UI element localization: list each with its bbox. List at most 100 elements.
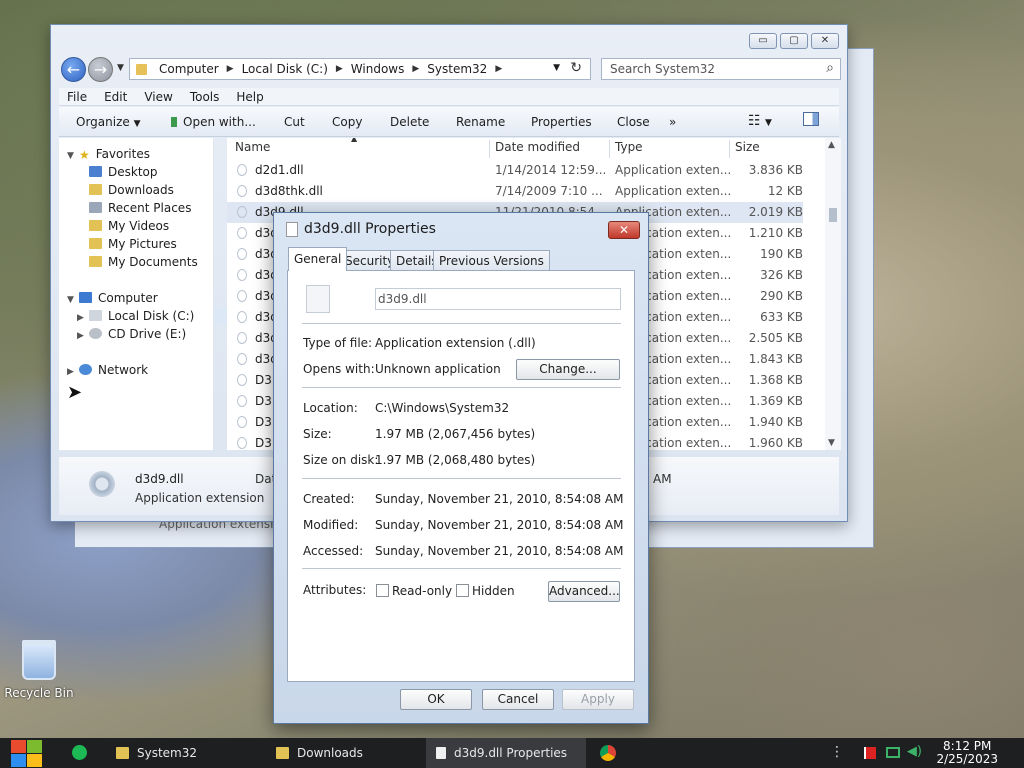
- file-size: 1.368 KB: [748, 373, 803, 387]
- column-divider[interactable]: [729, 140, 730, 158]
- network-icon[interactable]: [886, 747, 900, 758]
- dialog-close-button[interactable]: ✕: [608, 221, 640, 239]
- column-header-size[interactable]: Size: [735, 140, 760, 154]
- read-only-checkbox[interactable]: [376, 584, 389, 597]
- back-arrow-icon[interactable]: ←: [61, 57, 86, 82]
- apply-button[interactable]: Apply: [562, 689, 634, 710]
- file-icon: [436, 747, 446, 759]
- search-icon[interactable]: ⌕: [826, 60, 834, 76]
- maximize-button[interactable]: ▢: [780, 33, 808, 49]
- hidden-label[interactable]: Hidden: [472, 584, 515, 598]
- open-with-icon: [171, 117, 177, 127]
- dll-file-icon: [237, 353, 247, 365]
- nav-item-recent-places[interactable]: Recent Places: [89, 201, 191, 215]
- file-name-field[interactable]: d3d9.dll: [375, 288, 621, 310]
- windows-logo-icon: [27, 740, 42, 753]
- menu-edit[interactable]: Edit: [104, 88, 127, 105]
- menu-help[interactable]: Help: [236, 88, 263, 105]
- breadcrumb-arrow-icon[interactable]: ▶: [227, 64, 234, 74]
- action-center-flag-icon[interactable]: [864, 747, 876, 759]
- expand-arrow-icon[interactable]: ▶: [67, 367, 79, 377]
- recent-pages-chevron-icon[interactable]: ▼: [117, 63, 124, 73]
- nav-item-local-disk[interactable]: ▶ Local Disk (C:): [77, 309, 194, 323]
- delete-button[interactable]: Delete: [390, 115, 429, 129]
- nav-item-my-documents[interactable]: My Documents: [89, 255, 198, 269]
- copy-button[interactable]: Copy: [332, 115, 362, 129]
- scroll-down-icon[interactable]: ▼: [828, 438, 835, 448]
- spotify-icon[interactable]: [72, 738, 94, 768]
- properties-button[interactable]: Properties: [531, 115, 592, 129]
- column-divider[interactable]: [609, 140, 610, 158]
- nav-item-my-videos[interactable]: My Videos: [89, 219, 169, 233]
- vertical-scrollbar[interactable]: ▲ ▼: [825, 138, 841, 450]
- table-row[interactable]: d3d8thk.dll 7/14/2009 7:10 ... Application…: [227, 181, 803, 202]
- column-header-type[interactable]: Type: [615, 140, 643, 154]
- tab-general[interactable]: General: [288, 247, 348, 271]
- read-only-label[interactable]: Read-only: [392, 584, 452, 598]
- organize-button[interactable]: Organize ▼: [76, 115, 141, 129]
- taskbar-item-properties[interactable]: d3d9.dll Properties: [426, 738, 586, 768]
- nav-item-desktop[interactable]: Desktop: [89, 165, 158, 179]
- close-button[interactable]: ✕: [811, 33, 839, 49]
- breadcrumb-system32[interactable]: System32: [427, 62, 487, 76]
- file-date: 7/14/2009 7:10 ...: [495, 184, 603, 198]
- menu-file[interactable]: File: [67, 88, 87, 105]
- cut-button[interactable]: Cut: [284, 115, 305, 129]
- breadcrumb-arrow-icon[interactable]: ▶: [495, 64, 502, 74]
- menu-tools[interactable]: Tools: [190, 88, 220, 105]
- nav-computer[interactable]: ▼ Computer: [67, 291, 158, 305]
- forward-arrow-icon[interactable]: →: [88, 57, 113, 82]
- change-button[interactable]: Change...: [516, 359, 620, 380]
- open-with-button[interactable]: Open with...: [171, 115, 256, 129]
- start-button[interactable]: [10, 738, 44, 768]
- file-date: 1/14/2014 12:59...: [495, 163, 607, 177]
- cancel-button[interactable]: Cancel: [482, 689, 554, 710]
- expand-chevron-icon[interactable]: ▼: [67, 151, 79, 161]
- address-bar[interactable]: Computer ▶ Local Disk (C:) ▶ Windows ▶ Syst…: [129, 58, 591, 80]
- expand-chevron-icon[interactable]: ▼: [67, 295, 79, 305]
- breadcrumb-arrow-icon[interactable]: ▶: [412, 64, 419, 74]
- nav-network[interactable]: ▶ Network: [67, 363, 148, 377]
- taskbar-item-downloads[interactable]: Downloads: [266, 738, 420, 768]
- address-dropdown-icon[interactable]: ▼: [553, 63, 560, 73]
- close-file-button[interactable]: Close: [617, 115, 650, 129]
- clock[interactable]: 8:12 PM 2/25/2023: [936, 740, 998, 766]
- menu-view[interactable]: View: [144, 88, 172, 105]
- nav-favorites[interactable]: ▼ ★ Favorites: [67, 147, 150, 162]
- breadcrumb-local-disk[interactable]: Local Disk (C:): [242, 62, 328, 76]
- taskbar-item-system32[interactable]: System32: [106, 738, 260, 768]
- tab-previous-versions[interactable]: Previous Versions: [433, 250, 550, 271]
- breadcrumb-arrow-icon[interactable]: ▶: [336, 64, 343, 74]
- tray-overflow-icon[interactable]: ⋮: [830, 744, 844, 760]
- recycle-bin-icon[interactable]: Recycle Bin: [4, 640, 74, 700]
- refresh-icon[interactable]: ↻: [570, 60, 582, 76]
- nav-item-cd-drive[interactable]: ▶ CD Drive (E:): [77, 327, 186, 341]
- breadcrumb-windows[interactable]: Windows: [351, 62, 405, 76]
- scroll-up-icon[interactable]: ▲: [828, 140, 835, 150]
- column-divider[interactable]: [489, 140, 490, 158]
- minimize-button[interactable]: ▭: [749, 33, 777, 49]
- hidden-checkbox[interactable]: [456, 584, 469, 597]
- volume-icon[interactable]: ◀): [907, 744, 922, 759]
- advanced-button[interactable]: Advanced...: [548, 581, 620, 602]
- dll-file-icon: [237, 290, 247, 302]
- properties-dialog[interactable]: d3d9.dll Properties ✕ General Security D…: [273, 212, 649, 724]
- nav-item-downloads[interactable]: Downloads: [89, 183, 174, 197]
- ok-button[interactable]: OK: [400, 689, 472, 710]
- table-row[interactable]: d2d1.dll 1/14/2014 12:59... Application ex…: [227, 160, 803, 181]
- column-header-date[interactable]: Date modified: [495, 140, 580, 154]
- view-options-icon[interactable]: ☷ ▼: [748, 113, 772, 129]
- column-header-name[interactable]: Name: [235, 140, 270, 154]
- preview-pane-icon[interactable]: [803, 112, 819, 126]
- nav-item-my-pictures[interactable]: My Pictures: [89, 237, 177, 251]
- rename-button[interactable]: Rename: [456, 115, 505, 129]
- dll-file-icon: [237, 311, 247, 323]
- expand-arrow-icon[interactable]: ▶: [77, 313, 89, 323]
- more-commands-icon[interactable]: »: [669, 115, 676, 129]
- expand-arrow-icon[interactable]: ▶: [77, 331, 89, 341]
- chrome-icon[interactable]: [600, 738, 620, 768]
- scrollbar-thumb[interactable]: [829, 208, 837, 222]
- navigation-pane: ▼ ★ Favorites Desktop Downloads Recent Pla…: [59, 138, 214, 450]
- breadcrumb-computer[interactable]: Computer: [159, 62, 219, 76]
- search-input[interactable]: Search System32 ⌕: [601, 58, 841, 80]
